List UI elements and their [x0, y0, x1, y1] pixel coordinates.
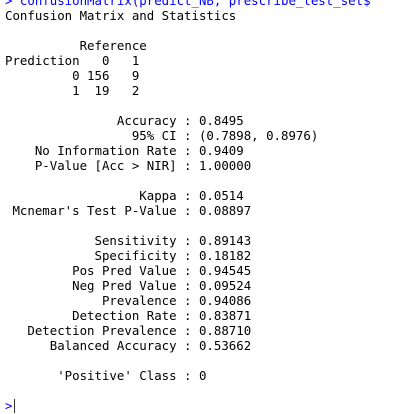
matrix-row-0: 0 156 9 [5, 68, 140, 83]
stat-neg-pred-value: Neg Pred Value : 0.09524 [5, 278, 252, 293]
stat-mcnemar: Mcnemar's Test P-Value : 0.08897 [5, 203, 252, 218]
stat-detection-prevalence: Detection Prevalence : 0.88710 [5, 323, 252, 338]
stat-sensitivity: Sensitivity : 0.89143 [5, 233, 252, 248]
stat-specificity: Specificity : 0.18182 [5, 248, 252, 263]
positive-class: 'Positive' Class : 0 [5, 368, 207, 383]
matrix-prediction-header: Prediction 0 1 [5, 53, 140, 68]
matrix-reference-header: Reference [5, 38, 147, 53]
stat-no-information-rate: No Information Rate : 0.9409 [5, 143, 244, 158]
r-console-output: > confusionMatrix(predict_NB, prescribe_… [0, 0, 402, 414]
stat-accuracy: Accuracy : 0.8495 [5, 113, 244, 128]
stat-confidence-interval: 95% CI : (0.7898, 0.8976) [5, 128, 319, 143]
matrix-row-1: 1 19 2 [5, 83, 140, 98]
stat-detection-rate: Detection Rate : 0.83871 [5, 308, 252, 323]
console-prompt: > [5, 398, 13, 413]
stat-balanced-accuracy: Balanced Accuracy : 0.53662 [5, 338, 252, 353]
stat-p-value: P-Value [Acc > NIR] : 1.00000 [5, 158, 252, 173]
stat-kappa: Kappa : 0.0514 [5, 188, 244, 203]
output-title: Confusion Matrix and Statistics [5, 8, 237, 23]
text-cursor [14, 399, 16, 413]
command-echo: > confusionMatrix(predict_NB, prescribe_… [5, 0, 371, 8]
stat-pos-pred-value: Pos Pred Value : 0.94545 [5, 263, 252, 278]
stat-prevalence: Prevalence : 0.94086 [5, 293, 252, 308]
console-input-line[interactable]: > [5, 398, 16, 413]
